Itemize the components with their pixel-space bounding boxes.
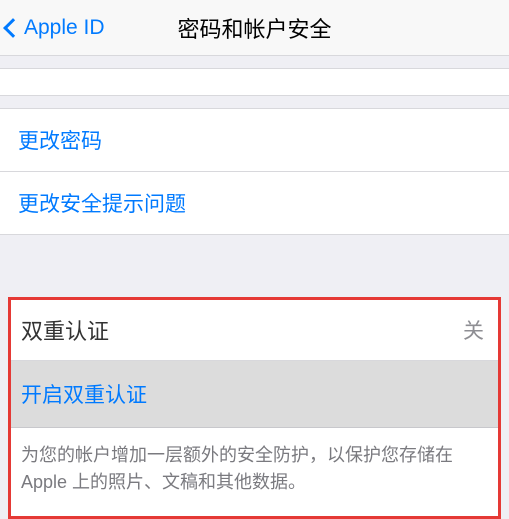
change-security-questions-label: 更改安全提示问题 bbox=[18, 193, 186, 216]
blank-section bbox=[0, 68, 509, 96]
spacer bbox=[0, 235, 509, 297]
change-password-label: 更改密码 bbox=[18, 130, 102, 153]
change-security-questions-row[interactable]: 更改安全提示问题 bbox=[0, 171, 509, 234]
password-group: 更改密码 更改安全提示问题 bbox=[0, 108, 509, 235]
two-factor-header: 双重认证 关 bbox=[11, 300, 498, 361]
two-factor-status: 关 bbox=[463, 315, 484, 345]
two-factor-highlight: 双重认证 关 开启双重认证 为您的帐户增加一层额外的安全防护，以保护您存储在 A… bbox=[8, 297, 501, 519]
page-title: 密码和帐户安全 bbox=[177, 12, 331, 44]
spacer bbox=[0, 96, 509, 108]
nav-bar: Apple ID 密码和帐户安全 bbox=[0, 0, 509, 56]
chevron-left-icon bbox=[3, 18, 23, 38]
two-factor-title: 双重认证 bbox=[21, 314, 109, 346]
back-button[interactable]: Apple ID bbox=[0, 16, 105, 40]
two-factor-description: 为您的帐户增加一层额外的安全防护，以保护您存储在 Apple 上的照片、文稿和其… bbox=[11, 428, 498, 496]
back-label: Apple ID bbox=[24, 16, 105, 40]
spacer bbox=[0, 56, 509, 68]
enable-two-factor-row[interactable]: 开启双重认证 bbox=[11, 361, 498, 428]
enable-two-factor-label: 开启双重认证 bbox=[21, 384, 147, 407]
change-password-row[interactable]: 更改密码 bbox=[0, 109, 509, 171]
